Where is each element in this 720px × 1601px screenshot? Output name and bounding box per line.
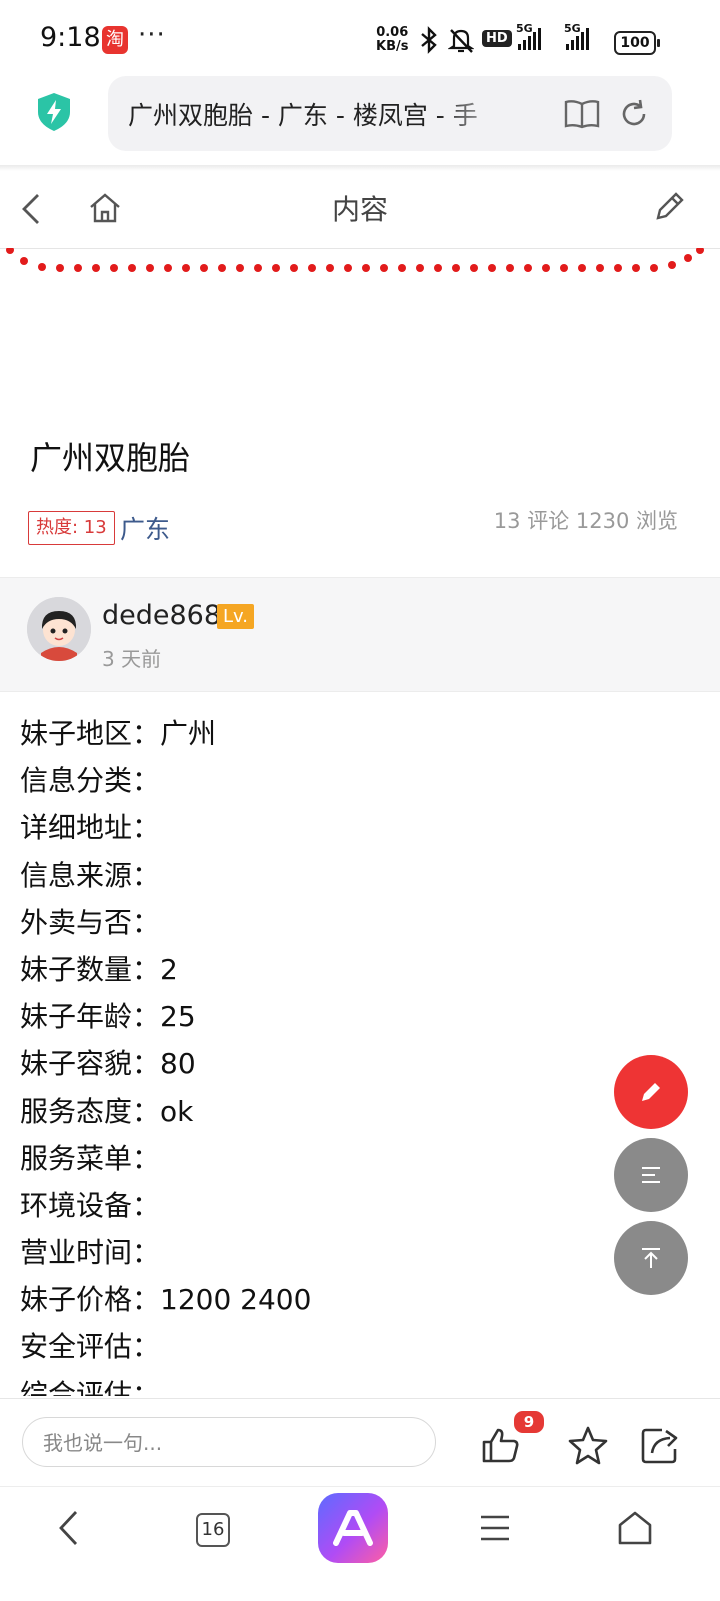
field-value: 80 [160, 1047, 196, 1081]
browser-bottom-nav: 16 [0, 1486, 720, 1601]
field-label: 详细地址： [20, 811, 161, 845]
network-speed: 0.06 KB/s [376, 26, 408, 54]
field-row: 信息分类： [20, 757, 620, 804]
field-row: 服务菜单： [20, 1135, 620, 1182]
security-shield-icon[interactable] [36, 92, 72, 132]
field-value: ok [160, 1094, 194, 1128]
field-row: 妹子数量：2 [20, 946, 620, 993]
reload-icon[interactable] [618, 98, 650, 130]
table-of-contents-button[interactable] [614, 1138, 688, 1212]
field-label: 妹子数量： [20, 952, 161, 986]
signal-1-label: 5G [516, 22, 533, 35]
field-value: 2 [160, 952, 178, 986]
field-label: 营业时间： [20, 1236, 161, 1270]
field-row: 妹子年龄：25 [20, 993, 620, 1040]
list-icon [642, 1167, 660, 1183]
field-label: 服务菜单： [20, 1141, 161, 1175]
ai-logo-icon [333, 1510, 373, 1546]
status-time: 9:18 [40, 22, 101, 53]
field-label: 安全评估： [20, 1330, 161, 1364]
heat-badge: 热度: 13 [28, 511, 115, 545]
field-row: 妹子容貌：80 [20, 1040, 620, 1087]
menu-icon[interactable] [478, 1511, 512, 1545]
field-label: 妹子年龄： [20, 1000, 161, 1034]
field-row: 妹子价格：1200 2400 [20, 1276, 620, 1323]
field-value: 25 [160, 1000, 196, 1034]
ai-assistant-button[interactable] [318, 1493, 388, 1563]
field-label: 妹子地区： [20, 717, 161, 750]
pencil-icon [642, 1083, 660, 1101]
taobao-notification-icon: 淘 [102, 26, 128, 54]
tabs-count-button[interactable]: 16 [196, 1513, 230, 1547]
share-icon[interactable] [640, 1425, 682, 1465]
field-row: 营业时间： [20, 1229, 620, 1276]
network-speed-unit: KB/s [376, 39, 409, 54]
more-notifications-icon: ··· [138, 20, 166, 50]
field-value: 广州 [160, 717, 217, 750]
mute-bell-icon [448, 29, 474, 53]
field-value: 1200 2400 [160, 1283, 312, 1317]
hd-voice-icon: HD [482, 30, 512, 47]
field-row: 综合评估： [20, 1371, 620, 1396]
back-to-top-button[interactable] [614, 1221, 688, 1295]
post-stats: 13 评论 1230 浏览 [493, 509, 678, 533]
field-label: 妹子价格： [20, 1283, 161, 1317]
field-label: 服务态度： [20, 1094, 161, 1128]
favorite-star-icon[interactable] [568, 1425, 608, 1465]
signal-strength-icon-2: 5G [564, 22, 589, 50]
author-name[interactable]: dede868 [102, 600, 221, 631]
article-title: 广州双胞胎 [30, 439, 191, 477]
reader-mode-icon[interactable] [564, 98, 600, 130]
comment-bar: 我也说一句... 9 [0, 1398, 720, 1487]
field-row: 妹子地区：广州 [20, 710, 620, 757]
signal-strength-icon: 5G [516, 22, 541, 50]
dotted-decoration [6, 248, 704, 272]
field-label: 外卖与否： [20, 905, 161, 939]
edit-pencil-icon[interactable] [652, 190, 686, 224]
level-badge: Lv. [217, 604, 255, 629]
write-post-button[interactable] [614, 1055, 688, 1129]
url-fade [438, 84, 518, 142]
arrow-up-icon [642, 1248, 660, 1268]
field-row: 服务态度：ok [20, 1088, 620, 1135]
field-row: 外卖与否： [20, 899, 620, 946]
comment-input[interactable]: 我也说一句... [22, 1417, 436, 1467]
like-count-badge: 9 [512, 1409, 546, 1435]
signal-2-label: 5G [564, 22, 581, 35]
field-row: 环境设备： [20, 1182, 620, 1229]
field-row: 详细地址： [20, 804, 620, 851]
address-bar[interactable]: 广州双胞胎 - 广东 - 楼凤宫 - 手 [108, 76, 672, 151]
field-label: 信息来源： [20, 858, 161, 892]
field-label: 综合评估： [20, 1377, 161, 1396]
field-label: 妹子容貌： [20, 1047, 161, 1081]
page-title: 内容 [331, 193, 388, 226]
field-row: 信息来源： [20, 852, 620, 899]
info-fields: 妹子地区：广州 信息分类： 详细地址： 信息来源： 外卖与否： 妹子数量：2 妹… [20, 710, 620, 1396]
field-label: 信息分类： [20, 764, 161, 798]
browser-home-icon[interactable] [616, 1509, 654, 1547]
avatar[interactable] [27, 597, 91, 661]
battery-icon: 100 [614, 31, 660, 55]
browser-back-icon[interactable] [54, 1509, 84, 1547]
page-nav-bar: 内容 [0, 170, 720, 249]
field-row: 安全评估： [20, 1323, 620, 1370]
bluetooth-icon [421, 26, 437, 54]
network-speed-value: 0.06 [376, 25, 409, 40]
field-label: 环境设备： [20, 1188, 161, 1222]
status-bar: 9:18 淘 ··· 0.06 KB/s HD 5G 5G 100 [0, 0, 720, 80]
author-section: dede868 Lv. 3 天前 [0, 577, 720, 692]
region-link[interactable]: 广东 [120, 510, 170, 546]
avatar-cartoon-icon [27, 597, 91, 661]
post-time: 3 天前 [102, 647, 162, 671]
